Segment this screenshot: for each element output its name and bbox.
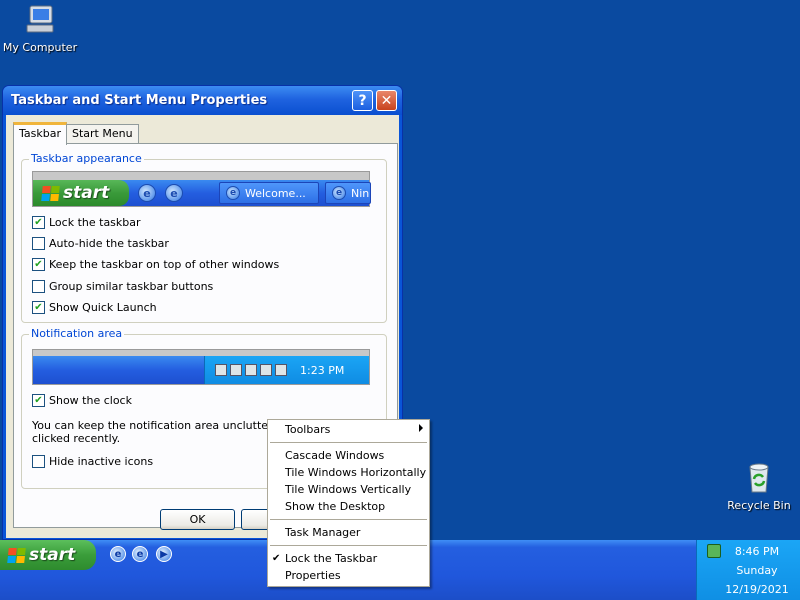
window-title: Taskbar and Start Menu Properties [11, 93, 268, 108]
taskbar-preview-strip: start e e e Welcome... e Nin [33, 180, 371, 206]
desktop-icon-label: My Computer [2, 41, 78, 54]
menu-item-task-manager[interactable]: Task Manager [268, 524, 429, 541]
menu-separator [270, 519, 427, 520]
preview-time: 1:23 PM [300, 363, 345, 377]
option-auto-hide[interactable]: Auto-hide the taskbar [32, 237, 169, 250]
start-button[interactable]: start [0, 540, 96, 570]
tray-icon [275, 364, 287, 376]
taskbar-preview: start e e e Welcome... e Nin [32, 171, 371, 207]
checkbox[interactable]: ✔ [32, 258, 45, 271]
notification-preview-strip: 1:23 PM [33, 356, 369, 384]
tab-start-menu[interactable]: Start Menu [66, 124, 139, 144]
option-quick-launch[interactable]: ✔ Show Quick Launch [32, 301, 157, 314]
submenu-arrow-icon [419, 424, 423, 432]
group-legend: Notification area [29, 327, 125, 340]
close-button[interactable]: ✕ [376, 90, 397, 111]
windows-logo-icon [41, 185, 60, 201]
desktop-icon-label: Recycle Bin [727, 499, 791, 512]
checkbox[interactable]: ✔ [32, 301, 45, 314]
ie-quicklaunch-icon[interactable]: e [110, 546, 126, 562]
notification-area: 8:46 PM Sunday 12/19/2021 [696, 540, 800, 600]
preview-task-nin: e Nin [325, 182, 371, 204]
notification-tray-preview: 1:23 PM [204, 356, 369, 384]
browser-quicklaunch-icon[interactable]: e [132, 546, 148, 562]
checkbox[interactable]: ✔ [32, 394, 45, 407]
recycle-bin-icon [742, 461, 776, 495]
menu-item-cascade-windows[interactable]: Cascade Windows [268, 447, 429, 464]
taskbar-appearance-group: Taskbar appearance start e e e Welcome..… [21, 152, 387, 323]
checkbox[interactable]: ✔ [32, 216, 45, 229]
clock-time[interactable]: 8:46 PM [721, 545, 793, 558]
menu-item-show-desktop[interactable]: Show the Desktop [268, 498, 429, 515]
media-icon: e [165, 184, 183, 202]
media-player-quicklaunch-icon[interactable]: ▶ [156, 546, 172, 562]
option-show-clock[interactable]: ✔ Show the clock [32, 394, 132, 407]
clock-day: Sunday [736, 564, 778, 577]
start-label: start [29, 545, 76, 565]
checkbox[interactable] [32, 237, 45, 250]
tray-app-icon[interactable] [707, 544, 721, 558]
checkbox[interactable] [32, 280, 45, 293]
desktop-icon-recycle-bin[interactable]: Recycle Bin [719, 461, 799, 512]
tab-strip: Taskbar Start Menu [13, 122, 139, 145]
menu-separator [270, 545, 427, 546]
ok-button[interactable]: OK [160, 509, 235, 530]
tab-taskbar[interactable]: Taskbar [13, 122, 67, 145]
menu-item-properties[interactable]: Properties [268, 567, 429, 584]
option-keep-on-top[interactable]: ✔ Keep the taskbar on top of other windo… [32, 258, 279, 271]
tray-icon [230, 364, 242, 376]
my-computer-icon [23, 3, 57, 37]
desktop-icon-my-computer[interactable]: My Computer [0, 3, 80, 54]
checkmark-icon: ✔ [272, 553, 281, 564]
menu-item-lock-taskbar[interactable]: ✔ Lock the Taskbar [268, 550, 429, 567]
option-group-buttons[interactable]: Group similar taskbar buttons [32, 280, 213, 293]
ie-icon: e [138, 184, 156, 202]
title-bar[interactable]: Taskbar and Start Menu Properties ? ✕ [3, 86, 402, 115]
menu-item-toolbars[interactable]: Toolbars [268, 421, 429, 438]
preview-start-button: start [33, 180, 129, 206]
option-hide-inactive[interactable]: Hide inactive icons [32, 455, 153, 468]
windows-logo-icon [7, 547, 26, 563]
preview-task-welcome: e Welcome... [219, 182, 319, 204]
option-lock-taskbar[interactable]: ✔ Lock the taskbar [32, 216, 141, 229]
notification-preview: 1:23 PM [32, 349, 370, 385]
group-legend: Taskbar appearance [29, 152, 144, 165]
help-button[interactable]: ? [352, 90, 373, 111]
start-label: start [63, 183, 110, 203]
tray-icon [245, 364, 257, 376]
ie-icon: e [332, 186, 346, 200]
clock-date: 12/19/2021 [725, 583, 789, 596]
checkbox[interactable] [32, 455, 45, 468]
tray-icon [215, 364, 227, 376]
menu-item-tile-vertically[interactable]: Tile Windows Vertically [268, 481, 429, 498]
taskbar-context-menu: Toolbars Cascade Windows Tile Windows Ho… [267, 419, 430, 587]
menu-separator [270, 442, 427, 443]
ie-icon: e [226, 186, 240, 200]
menu-item-tile-horizontally[interactable]: Tile Windows Horizontally [268, 464, 429, 481]
tray-icon [260, 364, 272, 376]
